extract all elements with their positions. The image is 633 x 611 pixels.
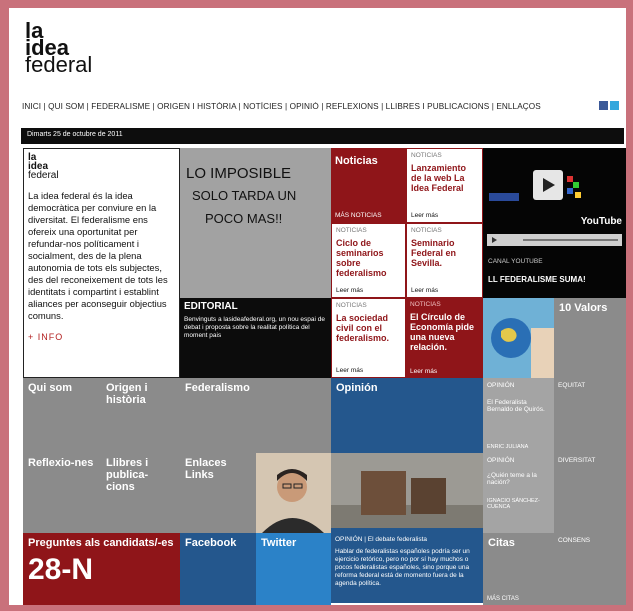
news-item[interactable]: NOTICIAS La sociedad civil con el federa… — [331, 298, 406, 378]
youtube-widget[interactable]: YouTube CANAL YOUTUBE LL FEDERALISME SUM… — [483, 148, 626, 298]
opinion-tile[interactable]: Opinión — [331, 378, 483, 453]
preguntes-tile[interactable]: Preguntes als candidats/-es 28-N — [23, 533, 180, 605]
twitter-icon[interactable] — [610, 101, 619, 110]
preguntes-number: 28-N — [28, 553, 94, 586]
consens-tile[interactable]: CONSENS — [554, 533, 626, 605]
intro-logo: la idea federal — [28, 152, 59, 181]
more-citas-link[interactable]: MÁS CITAS — [487, 596, 519, 602]
reflexiones-tile[interactable]: Reflexio-nes — [23, 453, 101, 533]
date-bar: Dimarts 25 de octubre de 2011 — [21, 128, 624, 144]
noticias-header-tile[interactable]: Noticias MÁS NOTICIAS — [331, 148, 406, 223]
diversitat-tile[interactable]: DIVERSITAT — [554, 453, 626, 533]
graffiti-image: LO IMPOSIBLE SOLO TARDA UN POCO MAS!! — [180, 148, 331, 298]
news-item[interactable]: NOTICIAS Seminario Federal en Sevilla. L… — [406, 223, 483, 298]
news-title: La sociedad civil con el federalismo. — [336, 313, 390, 343]
consens-label: CONSENS — [558, 537, 591, 544]
news-tag: NOTICIAS — [411, 227, 442, 234]
news-tag: NOTICIAS — [410, 301, 441, 308]
opinion-article[interactable]: OPINIÓN El Federalista Bernaldo de Quiró… — [483, 378, 554, 453]
opinion-text: El Federalista Bernaldo de Quirós. — [487, 399, 545, 413]
news-tag: NOTICIAS — [336, 227, 367, 234]
graffiti-line2: SOLO TARDA UN — [192, 188, 296, 203]
enlaces-label: Enlaces Links — [185, 457, 227, 481]
origen-tile[interactable]: Origen i història — [101, 378, 180, 453]
read-more-link[interactable]: Leer más — [411, 287, 438, 294]
twitter-label: Twitter — [261, 537, 297, 549]
equitat-tile[interactable]: EQUITAT — [554, 378, 626, 453]
news-item[interactable]: NOTICIAS Ciclo de seminarios sobre feder… — [331, 223, 406, 298]
llibres-label: Llibres i publica-cions — [106, 457, 149, 493]
graffiti-line1: LO IMPOSIBLE — [186, 165, 291, 182]
editorial-title: EDITORIAL — [184, 301, 238, 312]
facebook-icon[interactable] — [599, 101, 608, 110]
sculpture-image — [331, 453, 483, 528]
news-title: El Círculo de Economía pide una nueva re… — [410, 312, 475, 352]
noticias-title: Noticias — [335, 155, 378, 167]
read-more-link[interactable]: Leer más — [336, 367, 363, 374]
news-title: Ciclo de seminarios sobre federalismo — [336, 238, 387, 278]
opinion-article[interactable]: OPINIÓN ¿Quién teme a la nación? IGNACIO… — [483, 453, 554, 533]
opinion-tag: OPINIÓN — [487, 457, 515, 464]
facebook-label: Facebook — [185, 537, 237, 549]
debate-article[interactable]: OPINIÓN | El debate federalista Hablar d… — [331, 453, 483, 603]
news-item[interactable]: NOTICIAS El Círculo de Economía pide una… — [406, 298, 483, 378]
facebook-tile[interactable]: Facebook — [180, 533, 256, 605]
more-info-link[interactable]: + INFO — [28, 332, 175, 342]
site-logo[interactable]: la idea federal — [25, 22, 92, 73]
news-item[interactable]: NOTICIAS Lanzamiento de la web La Idea F… — [406, 148, 483, 223]
opinion-label: Opinión — [336, 382, 378, 394]
citas-label: Citas — [488, 537, 515, 549]
debate-tag: OPINIÓN | El debate federalista — [335, 536, 428, 543]
graffiti-line3: POCO MAS!! — [205, 211, 282, 226]
intro-box: la idea federal La idea federal és la idea… — [23, 148, 180, 378]
news-title: Seminario Federal en Sevilla. — [411, 238, 457, 268]
opinion-text: ¿Quién teme a la nación? — [487, 472, 537, 486]
portrait-photo — [256, 453, 331, 533]
news-tag: NOTICIAS — [336, 302, 367, 309]
main-nav[interactable]: INICI | QUI SOM | FEDERALISME | ORIGEN I… — [22, 102, 541, 111]
opinion-tag: OPINIÓN — [487, 382, 515, 389]
read-more-link[interactable]: Leer más — [411, 212, 438, 219]
video-player[interactable] — [483, 148, 626, 258]
federalismo-label: Federalismo — [185, 382, 250, 394]
debate-text: Hablar de federalistas españoles podría … — [335, 548, 470, 587]
read-more-link[interactable]: Leer más — [410, 368, 437, 375]
opinion-author: ENRIC JULIANA — [487, 444, 529, 450]
valors-title: 10 Valors — [559, 302, 608, 314]
read-more-link[interactable]: Leer más — [336, 287, 363, 294]
enlaces-tile[interactable]: Enlaces Links — [180, 453, 256, 533]
federalismo-tile[interactable]: Federalismo — [180, 378, 331, 453]
origen-label: Origen i història — [106, 382, 148, 406]
editorial-text: Benvinguts a lasideafederal.org, un nou … — [184, 316, 325, 339]
news-title: Lanzamiento de la web La Idea Federal — [411, 163, 467, 193]
equitat-label: EQUITAT — [558, 382, 586, 389]
news-tag: NOTICIAS — [411, 152, 442, 159]
diversitat-label: DIVERSITAT — [558, 457, 596, 464]
globe-image — [483, 298, 554, 378]
preguntes-label: Preguntes als candidats/-es — [28, 537, 174, 549]
opinion-author: IGNACIO SÁNCHEZ-CUENCA — [487, 498, 540, 510]
twitter-tile[interactable]: Twitter — [256, 533, 331, 605]
reflexiones-label: Reflexio-nes — [28, 457, 94, 469]
intro-text: La idea federal és la idea democràtica p… — [28, 190, 168, 321]
llibres-tile[interactable]: Llibres i publica-cions — [101, 453, 180, 533]
valors-tile[interactable]: 10 Valors — [554, 298, 626, 378]
video-caption: CANAL YOUTUBE — [488, 258, 543, 265]
qui-som-label: Qui som — [28, 382, 73, 394]
video-title[interactable]: LL FEDERALISME SUMA! — [488, 275, 586, 284]
citas-tile[interactable]: Citas MÁS CITAS — [483, 533, 554, 605]
page: la idea federal INICI | QUI SOM | FEDERA… — [9, 8, 626, 605]
qui-som-tile[interactable]: Qui som — [23, 378, 101, 453]
youtube-logo: YouTube — [580, 216, 622, 227]
editorial-box[interactable]: EDITORIAL Benvinguts a lasideafederal.or… — [180, 298, 331, 378]
more-news-link[interactable]: MÁS NOTICIAS — [335, 212, 382, 219]
